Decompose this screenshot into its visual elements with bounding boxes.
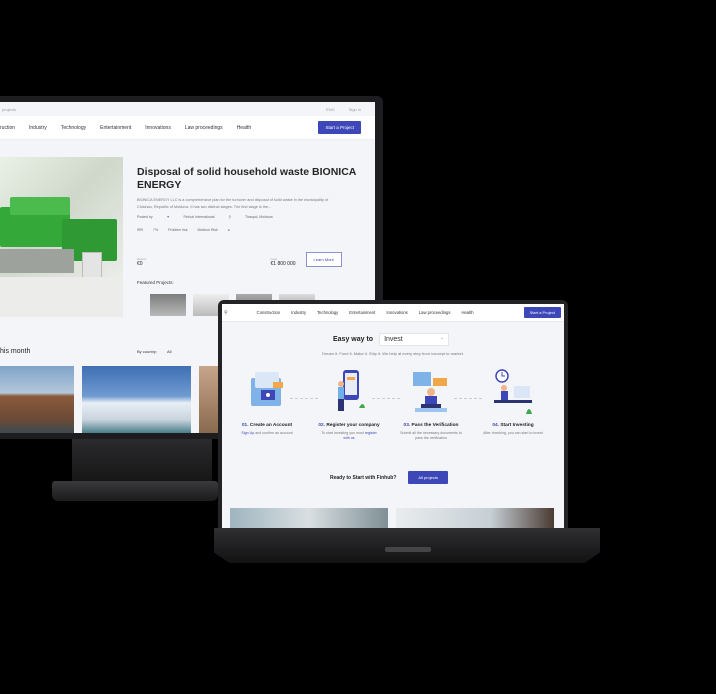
project-description: BIONICA ENERGY LLC is a comprehensive pl… [137,198,329,209]
signin-link[interactable]: Sign in [349,107,361,112]
posted-by-label: Posted by [137,215,153,219]
location-pin-icon: ⚲ [228,215,232,219]
nav-entertainment[interactable]: Entertainment [349,310,375,315]
country-filter-label: By country: [137,349,158,354]
step-title: Create an Account [249,423,293,428]
signup-link[interactable]: Sign Up [241,431,254,435]
photo-strip [230,508,554,528]
posted-by-value[interactable]: Finhub International [184,215,215,219]
monitor-stand-base [52,481,218,501]
step-number: 02. [318,423,325,428]
step-description: Submit all the necessary documents to pa… [400,431,462,440]
easy-way-label: Easy way to [333,336,374,343]
project-card[interactable] [0,366,74,433]
step-number: 04. [492,423,499,428]
easy-way-select[interactable]: Invest ⌄ [379,333,450,346]
goal-value: €1 800 000 [270,261,296,267]
ready-section: Ready to Start with Finhub? All projects [330,471,448,484]
easy-way-selector: Easy way to Invest ⌄ [333,333,450,346]
nav-innovations[interactable]: Innovations [145,125,171,131]
irr-value: 7% [153,228,159,232]
featured-projects-label: Featured Projects: [137,280,174,285]
steps: 01. Create an Account Sign Up and confir… [236,368,556,468]
step-title: Register your company [326,423,380,428]
ready-text: Ready to Start with Finhub? [330,474,397,481]
country-filter: By country: All [137,349,171,354]
funding-stats: Raised €0 Goal €1 800 000 Learn More [137,252,342,267]
nav-innovations[interactable]: Innovations [386,310,407,315]
investing-illustration [482,368,544,416]
nav-construction[interactable]: Construction [257,310,281,315]
featured-thumbnail[interactable] [150,294,186,316]
team-photo [396,508,554,528]
tagline: Dream it. Fund it. Make it. Ship it. We … [322,351,464,356]
nav-construction[interactable]: ruction [0,125,15,131]
section-heading: his month [0,348,31,355]
step-number: 01. [241,423,249,428]
nav-industry[interactable]: Industry [29,125,47,131]
monitor-stand [72,439,212,484]
step-title: Pass the Verification [411,423,459,428]
nav-technology[interactable]: Technology [317,310,338,315]
laptop-hinge [385,547,431,552]
nav-law-proceedings[interactable]: Law proceedings [419,310,451,315]
location-value: Tiraspol, Moldova [245,215,273,219]
start-project-button[interactable]: Start a Project [523,307,561,318]
verification-illustration [400,368,462,416]
irr-label: IRR [137,228,144,232]
chevron-down-icon: ⌄ [439,335,445,341]
all-projects-button[interactable]: All projects [408,471,448,484]
nav-technology[interactable]: Technology [61,125,86,131]
risk-value: Medium Risk [197,228,218,232]
project-cards [0,366,229,433]
nav-law-proceedings[interactable]: Law proceedings [185,125,223,131]
project-meta-2: IRR 7% Problem risk Medium Risk ● [137,228,230,232]
main-nav: ruction Industry Technology Entertainmen… [0,116,375,140]
step-description: After checking, you can start to invest [483,431,543,435]
team-photo [230,508,388,528]
step-number: 03. [403,423,411,428]
step-description: To start investing you must [321,431,364,435]
easy-way-value: Invest [384,336,403,343]
risk-label: Problem risk [168,228,188,232]
nav-health[interactable]: Health [461,310,473,315]
start-project-button[interactable]: Start a Project [318,121,361,134]
step-title: Start Investing [500,423,534,428]
laptop-screen: ⚲ Construction Industry Technology Enter… [222,304,564,528]
project-title: Disposal of solid household waste BIONIC… [137,166,356,191]
top-bar: projects ENG Sign in [0,102,375,116]
project-image [0,157,123,317]
step-pass-verification: 03. Pass the Verification Submit all the… [400,368,462,441]
raised-value: €0 [137,261,143,267]
learn-more-button[interactable]: Learn More [305,252,342,267]
nav-industry[interactable]: Industry [291,310,306,315]
projects-link[interactable]: projects [2,107,16,112]
nav-entertainment[interactable]: Entertainment [100,125,131,131]
step-register-company: 02. Register your company To start inves… [318,368,380,441]
create-account-illustration [236,368,298,416]
laptop-base [214,528,600,563]
laptop-nav: ⚲ Construction Industry Technology Enter… [222,304,564,322]
info-icon[interactable]: ● [228,228,230,232]
step-create-account: 01. Create an Account Sign Up and confir… [236,368,298,436]
step-description: and confirm an account [255,431,293,435]
company-logo-icon: ✦ [166,215,170,219]
register-company-illustration [318,368,380,416]
step-start-investing: 04. Start Investing After checking, you … [482,368,544,436]
project-card[interactable] [82,366,191,433]
project-meta: Posted by ✦ Finhub International ⚲ Tiras… [137,215,273,219]
language-select[interactable]: ENG [326,107,335,112]
nav-health[interactable]: Health [237,125,251,131]
country-filter-select[interactable]: All [167,349,171,354]
